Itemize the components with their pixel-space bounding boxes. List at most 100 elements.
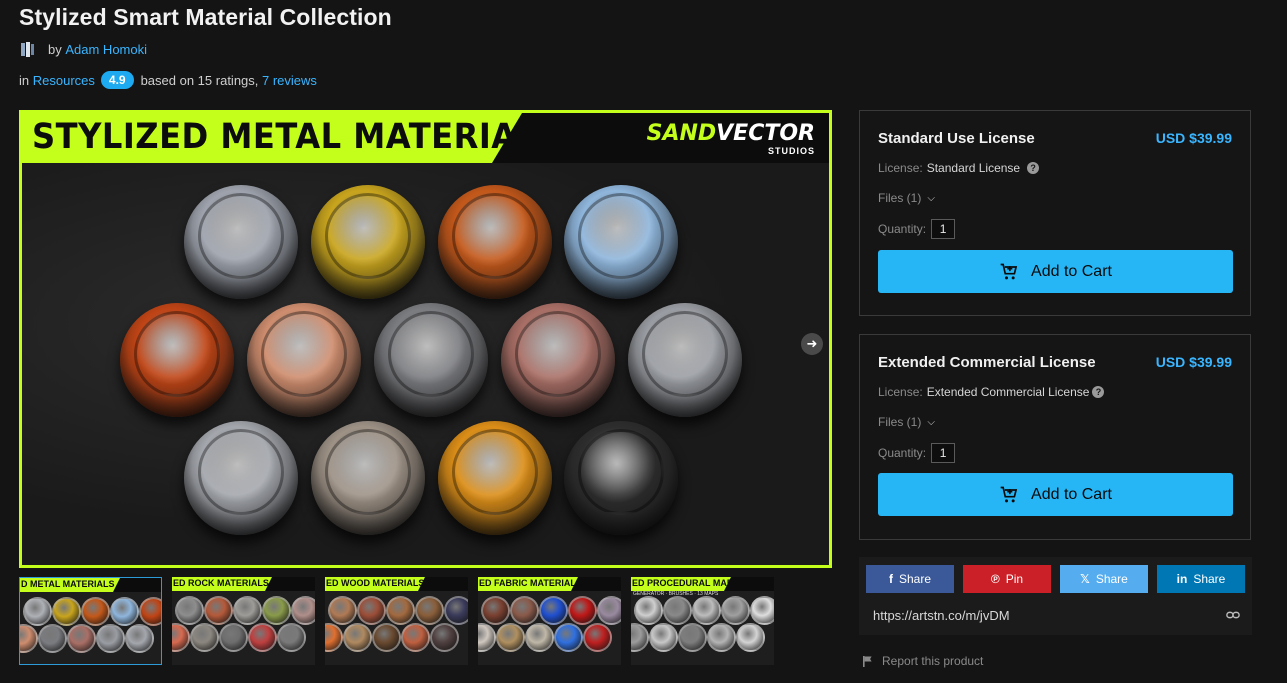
thumbnail-sphere — [736, 623, 765, 652]
ratings-count: based on 15 ratings, — [140, 72, 259, 88]
add-to-cart-button[interactable]: Add to Cart — [878, 473, 1233, 516]
thumbnail-sphere — [343, 623, 372, 652]
license-value: Extended Commercial License — [926, 385, 1090, 399]
thumbnail-sphere — [750, 596, 774, 625]
link-icon[interactable] — [1226, 609, 1240, 621]
material-sphere — [564, 185, 678, 299]
thumbnail-sphere — [430, 623, 459, 652]
help-icon[interactable]: ? — [1027, 162, 1040, 174]
material-sphere — [564, 421, 678, 535]
thumbnail-sphere — [525, 623, 554, 652]
linkedin-share-label: Share — [1193, 572, 1226, 586]
hero-banner-title: STYLIZED METAL MATERIALS — [32, 117, 562, 157]
thumbnail[interactable]: ED WOOD MATERIALS — [325, 577, 468, 665]
thumbnail-sphere — [52, 597, 81, 626]
material-sphere — [247, 303, 361, 417]
thumbnail-title: ED FABRIC MATERIALS — [479, 578, 582, 588]
material-sphere — [311, 185, 425, 299]
material-sphere — [311, 421, 425, 535]
thumbnail-sphere — [125, 624, 154, 653]
thumbnail-sphere — [357, 596, 386, 625]
thumbnail-sphere — [510, 596, 539, 625]
thumbnail-sphere — [233, 596, 262, 625]
cart-plus-icon — [1000, 486, 1018, 502]
thumbnail[interactable]: ED ROCK MATERIALS — [172, 577, 315, 665]
quantity-input[interactable]: 1 — [931, 443, 956, 463]
brand-logo: SANDVECTOR STUDIOS — [647, 121, 815, 156]
thumbnail-sphere — [20, 624, 38, 653]
help-icon[interactable]: ? — [1092, 386, 1105, 398]
thumbnail-sphere — [175, 596, 204, 625]
files-dropdown[interactable]: Files (1) ⌵ — [878, 415, 935, 429]
thumbnail-sphere — [649, 623, 678, 652]
thumbnail-sphere — [478, 623, 496, 652]
thumbnail-sphere — [96, 624, 125, 653]
license-name: Standard Use License — [878, 130, 1035, 147]
thumbnail-sphere — [554, 623, 583, 652]
thumbnail-sphere — [23, 597, 52, 626]
thumbnail-sphere — [597, 596, 621, 625]
brand-part2: VECTOR — [716, 121, 815, 146]
report-product-link[interactable]: Report this product — [863, 654, 983, 668]
quantity-row: Quantity: 1 — [878, 219, 956, 239]
author-link[interactable]: Adam Homoki — [65, 42, 147, 57]
files-label: Files (1) — [878, 415, 922, 429]
quantity-input[interactable]: 1 — [931, 219, 956, 239]
flag-icon — [863, 655, 872, 667]
license-name: Extended Commercial License — [878, 354, 1096, 371]
next-image-arrow-icon[interactable]: ➜ — [801, 333, 823, 355]
chevron-down-icon: ⌵ — [927, 416, 935, 428]
facebook-share-label: Share — [898, 572, 932, 586]
thumbnail-sphere — [721, 596, 750, 625]
thumbnail-sphere — [204, 596, 233, 625]
x-icon: 𝕏 — [1080, 572, 1090, 586]
thumbnail-sphere — [481, 596, 510, 625]
product-title: Stylized Smart Material Collection — [19, 4, 392, 30]
product-meta: in Resources 4.9 based on 15 ratings, 7 … — [19, 71, 317, 89]
thumbnail-sphere — [496, 623, 525, 652]
pinterest-pin-label: Pin — [1005, 572, 1024, 586]
files-label: Files (1) — [878, 191, 922, 205]
facebook-share-button[interactable]: f Share — [866, 565, 954, 593]
files-dropdown[interactable]: Files (1) ⌵ — [878, 191, 935, 205]
author-avatar[interactable] — [19, 41, 35, 57]
x-share-button[interactable]: 𝕏 Share — [1060, 565, 1148, 593]
material-sphere — [501, 303, 615, 417]
linkedin-icon: in — [1176, 572, 1188, 586]
thumbnail[interactable]: ED PROCEDURAL MAPS GENERATOR · BRUSHES · … — [631, 577, 774, 665]
thumbnail-sphere — [707, 623, 736, 652]
material-sphere — [184, 421, 298, 535]
linkedin-share-button[interactable]: in Share — [1157, 565, 1245, 593]
pinterest-pin-button[interactable]: ℗ Pin — [963, 565, 1051, 593]
thumbnail-sphere — [631, 623, 649, 652]
thumbnail-sphere — [372, 623, 401, 652]
share-panel: f Share ℗ Pin 𝕏 Share in Share https://a… — [859, 557, 1252, 635]
material-sphere — [120, 303, 234, 417]
short-url[interactable]: https://artstn.co/m/jvDM — [873, 608, 1010, 623]
quantity-row: Quantity: 1 — [878, 443, 956, 463]
hero-image[interactable]: STYLIZED METAL MATERIALS SANDVECTOR STUD… — [19, 110, 832, 568]
thumbnail-sphere — [415, 596, 444, 625]
thumbnail[interactable]: D METAL MATERIALS — [19, 577, 162, 665]
cart-plus-icon — [1000, 263, 1018, 279]
thumbnail-sphere — [634, 596, 663, 625]
license-card-standard: Standard Use License USD $39.99 License:… — [859, 110, 1251, 316]
thumbnail-title: ED WOOD MATERIALS — [326, 578, 425, 588]
thumbnail-sphere — [401, 623, 430, 652]
thumbnail-sphere — [678, 623, 707, 652]
author-line: by Adam Homoki — [19, 41, 147, 57]
category-link[interactable]: Resources — [33, 73, 95, 88]
thumbnail[interactable]: ED FABRIC MATERIALS — [478, 577, 621, 665]
thumbnail-sphere — [139, 597, 161, 626]
add-to-cart-button[interactable]: Add to Cart — [878, 250, 1233, 293]
reviews-link[interactable]: 7 reviews — [262, 73, 317, 88]
thumbnail-sphere — [172, 623, 190, 652]
thumbnail-sphere — [386, 596, 415, 625]
brand-sub: STUDIOS — [767, 146, 815, 156]
thumbnail-title: D METAL MATERIALS — [21, 579, 115, 589]
pinterest-icon: ℗ — [990, 572, 1000, 586]
thumbnail-sphere — [277, 623, 306, 652]
license-value: Standard License — [926, 161, 1021, 175]
thumbnail-sphere — [262, 596, 291, 625]
thumbnail-sphere — [248, 623, 277, 652]
